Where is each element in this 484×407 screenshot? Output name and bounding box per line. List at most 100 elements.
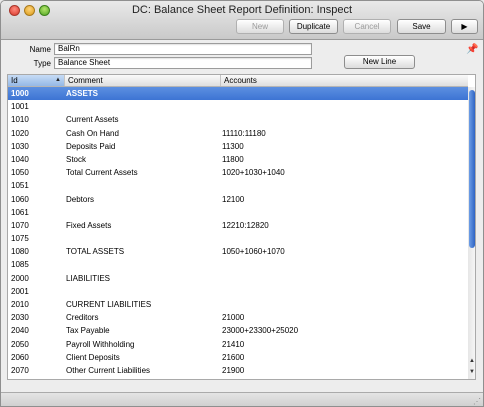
row-comment-cell: Stock	[66, 154, 87, 164]
table-row[interactable]: 1051	[8, 179, 468, 192]
table-row[interactable]: 2060 Client Deposits 21600	[8, 351, 468, 364]
window-bottom-bar: ⋰	[1, 392, 483, 406]
save-button[interactable]: Save	[397, 19, 446, 34]
row-id-cell: 1001	[11, 102, 29, 112]
row-id-cell: 1075	[11, 234, 29, 244]
table-row[interactable]: 1010 Current Assets	[8, 113, 468, 126]
table-row[interactable]: 1061	[8, 206, 468, 219]
scroll-down-arrow-icon[interactable]: ▼	[469, 369, 475, 375]
row-comment-cell: Fixed Assets	[66, 220, 112, 230]
row-id-cell: 2070	[11, 365, 29, 375]
title-bar[interactable]: DC: Balance Sheet Report Definition: Ins…	[1, 1, 483, 40]
table-row[interactable]: 2001	[8, 285, 468, 298]
row-comment-cell: Current Assets	[66, 115, 119, 125]
row-id-cell: 1051	[11, 181, 29, 191]
row-id-cell: 1000	[11, 89, 29, 98]
row-id-cell: 1061	[11, 207, 29, 217]
table-row[interactable]: 2000 LIABILITIES	[8, 272, 468, 285]
row-comment-cell: Tax Payable	[66, 326, 110, 336]
table-row[interactable]: 1075	[8, 232, 468, 245]
row-accounts-cell: 21900	[222, 365, 245, 375]
table-row[interactable]: 1000 ASSETS	[8, 87, 468, 101]
row-id-cell: 1050	[11, 168, 29, 178]
column-header-id[interactable]: Id ▲	[8, 75, 65, 86]
column-header-comment[interactable]: Comment	[65, 75, 221, 86]
row-accounts-cell: 11800	[222, 154, 244, 164]
table-row[interactable]: 2010 CURRENT LIABILITIES	[8, 298, 468, 311]
table-row[interactable]: 2070 Other Current Liabilities 21900	[8, 364, 468, 377]
row-accounts-cell: 12210:12820	[222, 220, 269, 230]
row-accounts-cell: 23000+23300+25020	[222, 326, 299, 336]
row-id-cell: 1020	[11, 128, 29, 138]
window-title: DC: Balance Sheet Report Definition: Ins…	[131, 4, 353, 16]
row-id-cell: 2000	[11, 273, 29, 283]
table-row[interactable]: 2040 Tax Payable 23000+23300+25020	[8, 324, 468, 337]
new-line-button[interactable]: New Line	[344, 55, 415, 69]
row-comment-cell: LIABILITIES	[66, 273, 111, 283]
column-header-accounts[interactable]: Accounts	[221, 75, 468, 86]
type-field[interactable]: Balance Sheet	[54, 57, 312, 69]
table-row[interactable]: 1040 Stock 11800	[8, 153, 468, 166]
forward-button[interactable]: ▶	[451, 19, 478, 34]
row-accounts-cell: 1050+1060+1070	[222, 247, 285, 257]
row-id-cell: 2050	[11, 339, 29, 349]
table-row[interactable]: 1080 TOTAL ASSETS 1050+1060+1070	[8, 245, 468, 258]
row-comment-cell: ASSETS	[66, 89, 99, 98]
table-row[interactable]: 1060 Debtors 12100	[8, 193, 468, 206]
vertical-scrollbar[interactable]: ▲ ▼	[468, 87, 475, 379]
row-accounts-cell: 21600	[222, 352, 245, 362]
row-accounts-cell: 11110:11180	[222, 128, 266, 138]
table-row[interactable]: 1085	[8, 258, 468, 271]
row-id-cell: 2010	[11, 300, 29, 309]
row-comment-cell: Client Deposits	[66, 352, 120, 362]
table-row[interactable]: 1070 Fixed Assets 12210:12820	[8, 219, 468, 232]
sort-ascending-icon: ▲	[55, 77, 61, 83]
row-accounts-cell: 11300	[222, 141, 244, 151]
row-id-cell: 1085	[11, 260, 29, 270]
table-row[interactable]: 2030 Creditors 21000	[8, 311, 468, 324]
name-field[interactable]: BalRn	[54, 43, 312, 55]
row-comment-cell: Deposits Paid	[66, 141, 116, 151]
row-comment-cell: Other Current Liabilities	[66, 365, 151, 375]
row-comment-cell: Payroll Withholding	[66, 339, 135, 349]
column-header-id-label: Id	[11, 76, 18, 85]
table-row[interactable]: 2050 Payroll Withholding 21410	[8, 338, 468, 351]
table-row[interactable]: 1001	[8, 100, 468, 113]
row-comment-cell: Creditors	[66, 313, 99, 323]
row-accounts-cell: 21000	[222, 313, 245, 323]
row-id-cell: 2060	[11, 352, 29, 362]
scroll-up-arrow-icon[interactable]: ▲	[469, 358, 475, 364]
row-id-cell: 1010	[11, 115, 29, 125]
scrollbar-thumb[interactable]	[469, 90, 475, 248]
row-accounts-cell: 1020+1030+1040	[222, 168, 285, 178]
table-body: 1000 ASSETS 1001 1010 Current Assets 1020 Cash…	[8, 87, 468, 377]
row-id-cell: 2030	[11, 313, 29, 323]
row-comment-cell: TOTAL ASSETS	[66, 247, 125, 257]
resize-grip-icon[interactable]: ⋰	[473, 397, 481, 406]
table-row[interactable]: 1030 Deposits Paid 11300	[8, 140, 468, 153]
type-label: Type	[33, 59, 51, 68]
row-id-cell: 1070	[11, 220, 29, 230]
row-id-cell: 1080	[11, 247, 29, 257]
row-id-cell: 2001	[11, 286, 29, 296]
row-accounts-cell: 12100	[222, 194, 245, 204]
definition-table: Id ▲ Comment Accounts 1000 ASSETS 1001 1010…	[7, 74, 476, 380]
pin-icon[interactable]: 📌	[466, 44, 478, 55]
row-id-cell: 1060	[11, 194, 29, 204]
row-comment-cell: Debtors	[66, 194, 95, 204]
row-comment-cell: Cash On Hand	[66, 128, 119, 138]
row-comment-cell: Total Current Assets	[66, 168, 138, 178]
row-id-cell: 1030	[11, 141, 29, 151]
table-row[interactable]: 1020 Cash On Hand 11110:11180	[8, 127, 468, 140]
new-button[interactable]: New	[236, 19, 284, 34]
row-accounts-cell: 21410	[222, 339, 245, 349]
cancel-button[interactable]: Cancel	[343, 19, 391, 34]
inspect-window: DC: Balance Sheet Report Definition: Ins…	[0, 0, 484, 407]
table-row[interactable]: 1050 Total Current Assets 1020+1030+1040	[8, 166, 468, 179]
row-comment-cell: CURRENT LIABILITIES	[66, 300, 152, 309]
name-label: Name	[29, 45, 51, 54]
duplicate-button[interactable]: Duplicate	[289, 19, 338, 34]
table-header: Id ▲ Comment Accounts	[8, 75, 468, 87]
row-id-cell: 1040	[11, 154, 29, 164]
row-id-cell: 2040	[11, 326, 29, 336]
